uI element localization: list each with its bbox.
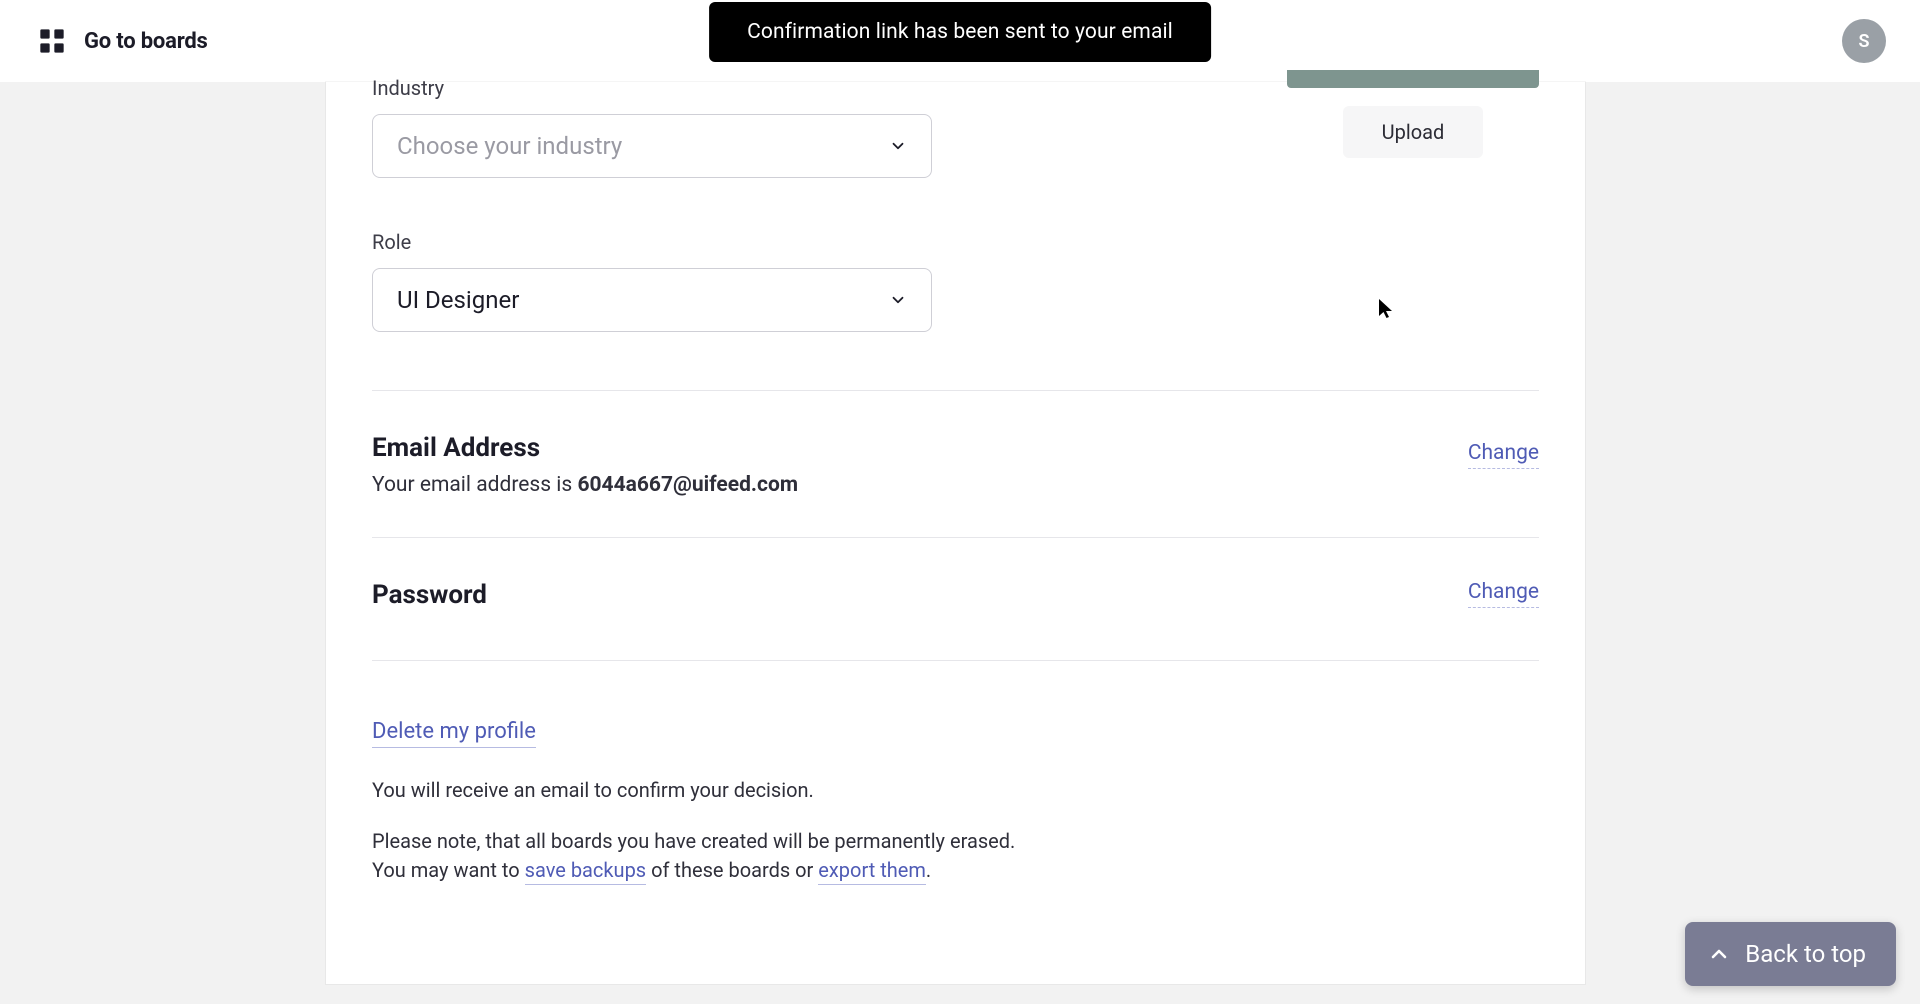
upload-button[interactable]: Upload — [1343, 106, 1483, 158]
avatar-initial: S — [1859, 31, 1870, 52]
back-to-top-label: Back to top — [1745, 940, 1866, 968]
delete-warn-2b: of these boards or — [646, 858, 818, 882]
change-password-link[interactable]: Change — [1468, 580, 1539, 608]
chevron-down-icon — [889, 137, 907, 155]
delete-warn-line1: Please note, that all boards you have cr… — [372, 829, 1015, 853]
change-email-link[interactable]: Change — [1468, 441, 1539, 469]
password-heading: Password — [372, 580, 1539, 610]
avatar[interactable]: S — [1842, 19, 1886, 63]
delete-confirm-note: You will receive an email to confirm you… — [372, 776, 1539, 805]
role-label: Role — [372, 230, 1539, 254]
export-them-link[interactable]: export them — [818, 858, 926, 885]
upload-button-label: Upload — [1382, 120, 1445, 144]
back-to-top-button[interactable]: Back to top — [1685, 922, 1896, 986]
email-address: 6044a667@uifeed.com — [577, 473, 798, 497]
email-section: Email Address Your email address is 6044… — [372, 391, 1539, 537]
chevron-down-icon — [889, 291, 907, 309]
role-value: UI Designer — [397, 286, 519, 314]
boards-grid-icon — [38, 27, 66, 55]
toast-notification: Confirmation link has been sent to your … — [709, 2, 1211, 62]
industry-placeholder: Choose your industry — [397, 132, 622, 160]
chevron-up-icon — [1707, 942, 1731, 966]
go-to-boards-link[interactable]: Go to boards — [38, 27, 208, 55]
delete-warn-2c: . — [926, 858, 931, 882]
settings-card: Industry Choose your industry Role UI De… — [326, 82, 1585, 984]
save-backups-link[interactable]: save backups — [525, 858, 646, 885]
industry-select[interactable]: Choose your industry — [372, 114, 932, 178]
toast-message: Confirmation link has been sent to your … — [747, 20, 1173, 44]
email-line: Your email address is 6044a667@uifeed.co… — [372, 473, 1539, 497]
password-section: Password Change — [372, 538, 1539, 660]
email-heading: Email Address — [372, 433, 1539, 463]
delete-warning: Please note, that all boards you have cr… — [372, 827, 1539, 885]
role-select[interactable]: UI Designer — [372, 268, 932, 332]
delete-section: Delete my profile You will receive an em… — [372, 661, 1539, 885]
email-prefix: Your email address is — [372, 473, 577, 497]
go-to-boards-label: Go to boards — [84, 29, 208, 54]
profile-image-preview — [1287, 70, 1539, 88]
delete-profile-link[interactable]: Delete my profile — [372, 719, 536, 748]
upload-column: Upload — [1287, 70, 1539, 158]
delete-warn-2a: You may want to — [372, 858, 525, 882]
